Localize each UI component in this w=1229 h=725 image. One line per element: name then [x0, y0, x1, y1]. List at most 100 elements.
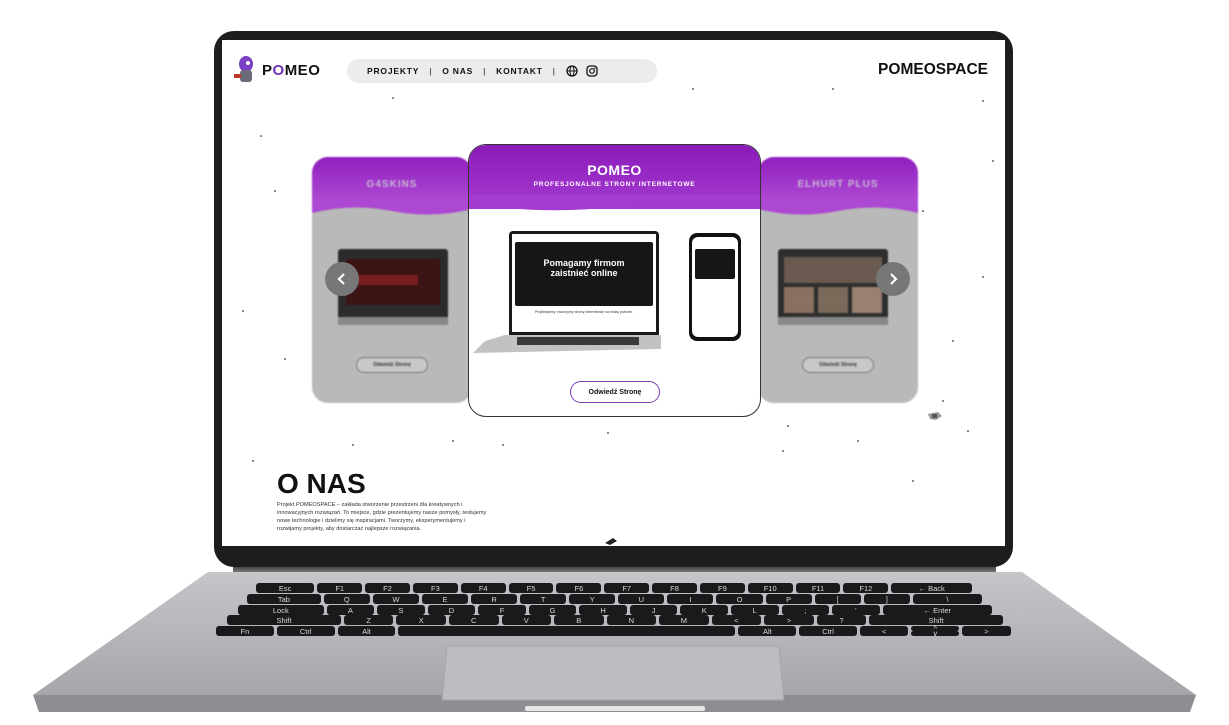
key[interactable]: ∨: [911, 629, 960, 638]
card-title: G4SKINS: [366, 179, 418, 190]
key[interactable]: D: [427, 605, 476, 615]
star-dot: [260, 135, 262, 137]
key[interactable]: R: [471, 594, 518, 604]
key[interactable]: Shift: [227, 615, 341, 625]
key[interactable]: J: [629, 605, 678, 615]
globe-icon[interactable]: [566, 65, 578, 77]
key[interactable]: G: [528, 605, 577, 615]
key[interactable]: Alt: [738, 626, 797, 636]
project-card-pomeo[interactable]: POMEO PROFESJONALNE STRONY INTERNETOWE P…: [468, 144, 761, 417]
key[interactable]: O: [716, 594, 763, 604]
key[interactable]: F: [478, 605, 526, 615]
key[interactable]: E: [421, 594, 468, 604]
nav-link-projekty[interactable]: PROJEKTY: [367, 66, 419, 76]
key[interactable]: F12: [843, 583, 889, 593]
key[interactable]: ?: [816, 615, 867, 625]
key[interactable]: I: [667, 594, 714, 604]
key[interactable]: Ctrl: [799, 626, 858, 636]
key[interactable]: Q: [323, 594, 370, 604]
key[interactable]: V: [501, 615, 552, 625]
star-dot: [982, 276, 984, 278]
key[interactable]: W: [372, 594, 419, 604]
key[interactable]: Fn: [216, 626, 274, 636]
key[interactable]: B: [554, 615, 604, 625]
key[interactable]: Lock: [238, 605, 324, 615]
satellite-icon: [928, 412, 942, 420]
key[interactable]: F11: [795, 583, 841, 593]
key[interactable]: F1: [317, 583, 363, 593]
preview-laptop: Pomagamy firmom zaistnieć online Projekt…: [509, 231, 659, 339]
key[interactable]: Tab: [247, 594, 321, 604]
star-dot: [857, 440, 859, 442]
star-dot: [352, 444, 354, 446]
chevron-right-icon: [890, 273, 898, 285]
key[interactable]: M: [659, 615, 709, 625]
star-dot: [692, 88, 694, 90]
key[interactable]: F6: [556, 583, 602, 593]
key[interactable]: F10: [747, 583, 793, 593]
star-dot: [912, 480, 914, 482]
pomeo-logo[interactable]: POMEO: [232, 54, 320, 86]
star-dot: [952, 340, 954, 342]
key[interactable]: X: [396, 615, 446, 625]
key[interactable]: S: [377, 605, 425, 615]
project-screenshot: [778, 249, 888, 325]
key[interactable]: F3: [412, 583, 458, 593]
key[interactable]: U: [618, 594, 665, 604]
preview-laptop-keyboard: [473, 335, 661, 353]
key[interactable]: H: [579, 605, 627, 615]
key[interactable]: T: [520, 594, 567, 604]
key[interactable]: ← Enter: [882, 605, 992, 615]
key[interactable]: ← Back: [891, 583, 972, 593]
rocket-icon: [605, 538, 617, 545]
key[interactable]: >: [764, 615, 814, 625]
key[interactable]: Ctrl: [276, 626, 335, 636]
key[interactable]: >: [962, 626, 1011, 636]
star-dot: [967, 430, 969, 432]
star-dot: [284, 358, 286, 360]
key[interactable]: F8: [652, 583, 697, 593]
key[interactable]: [: [814, 594, 861, 604]
key[interactable]: <: [860, 626, 909, 636]
preview-phone: [689, 233, 741, 341]
key[interactable]: Esc: [256, 583, 315, 593]
spacebar-key[interactable]: [398, 626, 736, 636]
carousel-prev-button[interactable]: [325, 262, 359, 296]
key[interactable]: F7: [604, 583, 650, 593]
key[interactable]: Z: [343, 615, 394, 625]
key[interactable]: ]: [863, 594, 910, 604]
nav-link-kontakt[interactable]: KONTAKT: [496, 66, 543, 76]
star-dot: [607, 432, 609, 434]
key[interactable]: K: [680, 605, 728, 615]
browser-screen: POMEO PROJEKTY | O NAS | KONTAKT | POMEO…: [222, 40, 1005, 546]
star-dot: [392, 97, 394, 99]
key[interactable]: \: [912, 594, 982, 604]
visit-site-button[interactable]: Odwiedź Stronę: [570, 381, 660, 403]
carousel-next-button[interactable]: [876, 262, 910, 296]
laptop-mockup: POMEO PROJEKTY | O NAS | KONTAKT | POMEO…: [0, 0, 1229, 725]
key[interactable]: <: [711, 615, 762, 625]
star-dot: [922, 210, 924, 212]
nav-separator: |: [429, 66, 433, 76]
header-wave: [312, 197, 472, 215]
key[interactable]: N: [606, 615, 657, 625]
key[interactable]: ': [832, 605, 880, 615]
key[interactable]: A: [326, 605, 375, 615]
key[interactable]: C: [448, 615, 499, 625]
key[interactable]: F4: [460, 583, 506, 593]
visit-site-button[interactable]: Odwiedź Stronę: [802, 357, 874, 373]
visit-site-button[interactable]: Odwiedź Stronę: [356, 357, 428, 373]
header-wave: [758, 197, 918, 215]
key[interactable]: F2: [365, 583, 410, 593]
key[interactable]: F9: [699, 583, 745, 593]
key[interactable]: Y: [569, 594, 616, 604]
star-dot: [942, 400, 944, 402]
key[interactable]: P: [765, 594, 812, 604]
instagram-icon[interactable]: [586, 65, 598, 77]
key[interactable]: Alt: [337, 626, 396, 636]
key[interactable]: F5: [508, 583, 554, 593]
nav-link-o-nas[interactable]: O NAS: [442, 66, 473, 76]
star-dot: [252, 460, 254, 462]
key[interactable]: L: [730, 605, 779, 615]
key[interactable]: ;: [781, 605, 830, 615]
